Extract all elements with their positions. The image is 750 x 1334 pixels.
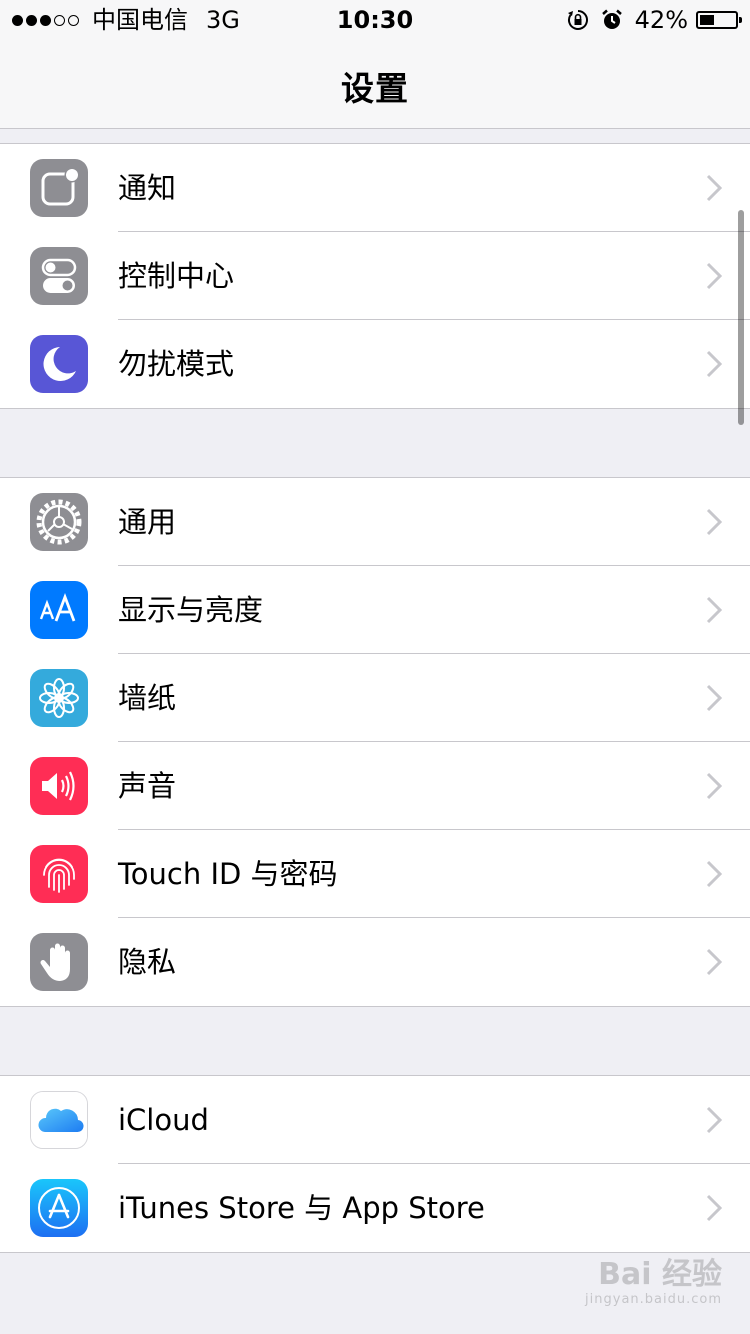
- row-label: iTunes Store 与 App Store: [118, 1191, 485, 1225]
- row-label: 声音: [118, 769, 177, 803]
- chevron-right-icon: [706, 1194, 722, 1222]
- settings-row-privacy[interactable]: 隐私: [0, 918, 750, 1006]
- row-label: 隐私: [118, 945, 177, 979]
- page-title: 设置: [341, 69, 409, 108]
- status-right: 42%: [567, 0, 742, 40]
- settings-group-2: 通用 显示与亮度 墙纸 声音 Touch ID 与密码 隐私: [0, 477, 750, 1007]
- scrollbar[interactable]: [738, 210, 744, 425]
- settings-group-1: 通知 控制中心 勿扰模式: [0, 143, 750, 409]
- navigation-bar: 中国电信 3G 10:30 42% 设置: [0, 0, 750, 129]
- settings-row-icloud[interactable]: iCloud: [0, 1076, 750, 1164]
- chevron-right-icon: [706, 262, 722, 290]
- settings-row-general[interactable]: 通用: [0, 478, 750, 566]
- settings-row-wallpaper[interactable]: 墙纸: [0, 654, 750, 742]
- row-label: 显示与亮度: [118, 593, 264, 627]
- chevron-right-icon: [706, 772, 722, 800]
- chevron-right-icon: [706, 508, 722, 536]
- hand-icon: [30, 933, 88, 991]
- moon-icon: [30, 335, 88, 393]
- settings-row-sounds[interactable]: 声音: [0, 742, 750, 830]
- alarm-icon: [601, 9, 622, 29]
- chevron-right-icon: [706, 596, 722, 624]
- row-label: iCloud: [118, 1103, 209, 1137]
- row-label: 通用: [118, 505, 177, 539]
- app-store-icon: [30, 1179, 88, 1237]
- chevron-right-icon: [706, 174, 722, 202]
- settings-row-notifications[interactable]: 通知: [0, 144, 750, 232]
- speaker-icon: [30, 757, 88, 815]
- row-label: 通知: [118, 171, 177, 205]
- settings-row-itunes-app-store[interactable]: iTunes Store 与 App Store: [0, 1164, 750, 1252]
- notifications-icon: [30, 159, 88, 217]
- gear-icon: [30, 493, 88, 551]
- cloud-icon: [30, 1091, 88, 1149]
- row-label: 控制中心: [118, 259, 235, 293]
- settings-row-control-center[interactable]: 控制中心: [0, 232, 750, 320]
- rotation-lock-icon: [567, 10, 588, 30]
- watermark-brand: Bai 经验: [598, 1257, 722, 1292]
- control-center-icon: [30, 247, 88, 305]
- settings-row-do-not-disturb[interactable]: 勿扰模式: [0, 320, 750, 408]
- flower-icon: [30, 669, 88, 727]
- settings-row-touch-id-passcode[interactable]: Touch ID 与密码: [0, 830, 750, 918]
- battery-fill: [700, 15, 714, 25]
- row-label: 墙纸: [118, 681, 177, 715]
- chevron-right-icon: [706, 350, 722, 378]
- row-label: 勿扰模式: [118, 347, 235, 381]
- watermark: Bai 经验 jingyan.baidu.com: [585, 1258, 722, 1308]
- settings-row-display-brightness[interactable]: 显示与亮度: [0, 566, 750, 654]
- battery-nub: [739, 17, 742, 23]
- settings-group-3: iCloud iTunes Store 与 App Store: [0, 1075, 750, 1253]
- display-text-icon: [30, 581, 88, 639]
- status-bar: 中国电信 3G 10:30 42%: [0, 0, 750, 40]
- row-label: Touch ID 与密码: [118, 857, 338, 891]
- fingerprint-icon: [30, 845, 88, 903]
- chevron-right-icon: [706, 860, 722, 888]
- chevron-right-icon: [706, 684, 722, 712]
- chevron-right-icon: [706, 1106, 722, 1134]
- watermark-url: jingyan.baidu.com: [585, 1292, 722, 1307]
- battery-icon: [696, 11, 742, 29]
- chevron-right-icon: [706, 948, 722, 976]
- battery-percent: 42%: [634, 6, 688, 34]
